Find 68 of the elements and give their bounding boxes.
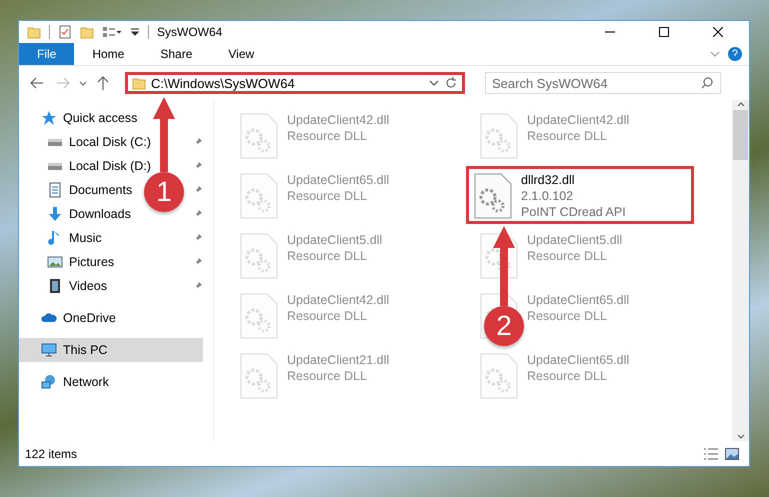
sidebar-item[interactable]: Downloads <box>25 202 137 226</box>
star-icon <box>41 110 57 126</box>
refresh-icon[interactable] <box>444 76 458 90</box>
address-bar[interactable]: C:\Windows\SysWOW64 <box>125 72 465 94</box>
ribbon-tab[interactable]: File <box>19 43 74 65</box>
file-detail: PoINT CDread API <box>521 205 626 219</box>
file-name[interactable]: dllrd32.dll <box>521 173 626 187</box>
sidebar-item[interactable]: Music <box>25 226 108 250</box>
file-detail: Resource DLL <box>287 189 368 203</box>
gear-file-icon <box>239 293 279 339</box>
ribbon-tab[interactable]: Share <box>142 43 210 65</box>
file-detail: Resource DLL <box>527 309 608 323</box>
file-detail: 2.1.0.102 <box>521 189 574 203</box>
gear-file-icon <box>479 353 519 399</box>
sidebar-item[interactable]: Videos <box>25 274 113 298</box>
sidebar-item[interactable]: Documents <box>25 178 138 202</box>
file-detail: Resource DLL <box>287 129 368 143</box>
picture-icon <box>47 254 63 270</box>
search-field[interactable]: Search SysWOW64 <box>485 72 721 94</box>
scrollbar[interactable] <box>732 100 749 441</box>
file-detail: Resource DLL <box>527 369 608 383</box>
file-detail: Resource DLL <box>287 309 368 323</box>
document-icon <box>47 182 63 198</box>
gear-file-icon <box>239 173 279 219</box>
scrollbar-thumb[interactable] <box>733 110 748 160</box>
sidebar-item[interactable]: Network <box>19 370 115 394</box>
gear-file-icon <box>239 233 279 279</box>
gear-file-icon <box>239 353 279 399</box>
gear-file-icon <box>479 113 519 159</box>
drive-icon <box>47 162 63 170</box>
network-icon <box>41 374 57 390</box>
sidebar-item[interactable]: Pictures <box>25 250 120 274</box>
sidebar-item[interactable]: OneDrive <box>19 306 122 330</box>
monitor-icon <box>41 342 57 358</box>
file-detail: Resource DLL <box>287 249 368 263</box>
drive-icon <box>47 138 63 146</box>
new-folder-icon <box>80 25 94 39</box>
film-icon <box>47 278 63 294</box>
download-icon <box>47 206 63 222</box>
up-arrow-icon <box>97 76 109 90</box>
highlighted-file-item[interactable]: dllrd32.dll 2.1.0.102 PoINT CDread API <box>466 166 694 224</box>
folder-icon <box>27 25 41 39</box>
scroll-down-icon[interactable] <box>736 433 746 441</box>
sidebar-item[interactable]: Quick access <box>19 106 144 130</box>
large-icons-view-icon[interactable] <box>725 448 739 460</box>
back-arrow-icon <box>30 77 44 89</box>
sidebar-item[interactable]: This PC <box>19 338 203 362</box>
properties-icon[interactable] <box>58 25 72 39</box>
view-options-icon[interactable] <box>102 25 122 39</box>
gear-file-icon <box>239 113 279 159</box>
chevron-down-icon[interactable] <box>429 78 439 88</box>
maximize-icon <box>659 27 669 37</box>
gear-file-icon <box>473 173 513 219</box>
item-count: 122 items <box>25 446 78 460</box>
file-detail: Resource DLL <box>287 369 368 383</box>
ribbon-tab[interactable]: View <box>210 43 272 65</box>
forward-arrow-icon <box>56 77 70 89</box>
folder-icon <box>132 76 146 90</box>
close-icon <box>713 27 723 37</box>
dropdown-arrow-icon[interactable] <box>130 27 140 37</box>
window-title: SysWOW64 <box>157 25 222 39</box>
search-icon[interactable] <box>701 77 713 89</box>
sidebar-item[interactable]: Local Disk (C:) <box>25 130 157 154</box>
file-detail: Resource DLL <box>527 249 608 263</box>
scroll-up-icon[interactable] <box>736 100 746 108</box>
file-detail: Resource DLL <box>527 129 608 143</box>
details-view-icon[interactable] <box>703 446 719 460</box>
ribbon-tab[interactable]: Home <box>74 43 142 65</box>
